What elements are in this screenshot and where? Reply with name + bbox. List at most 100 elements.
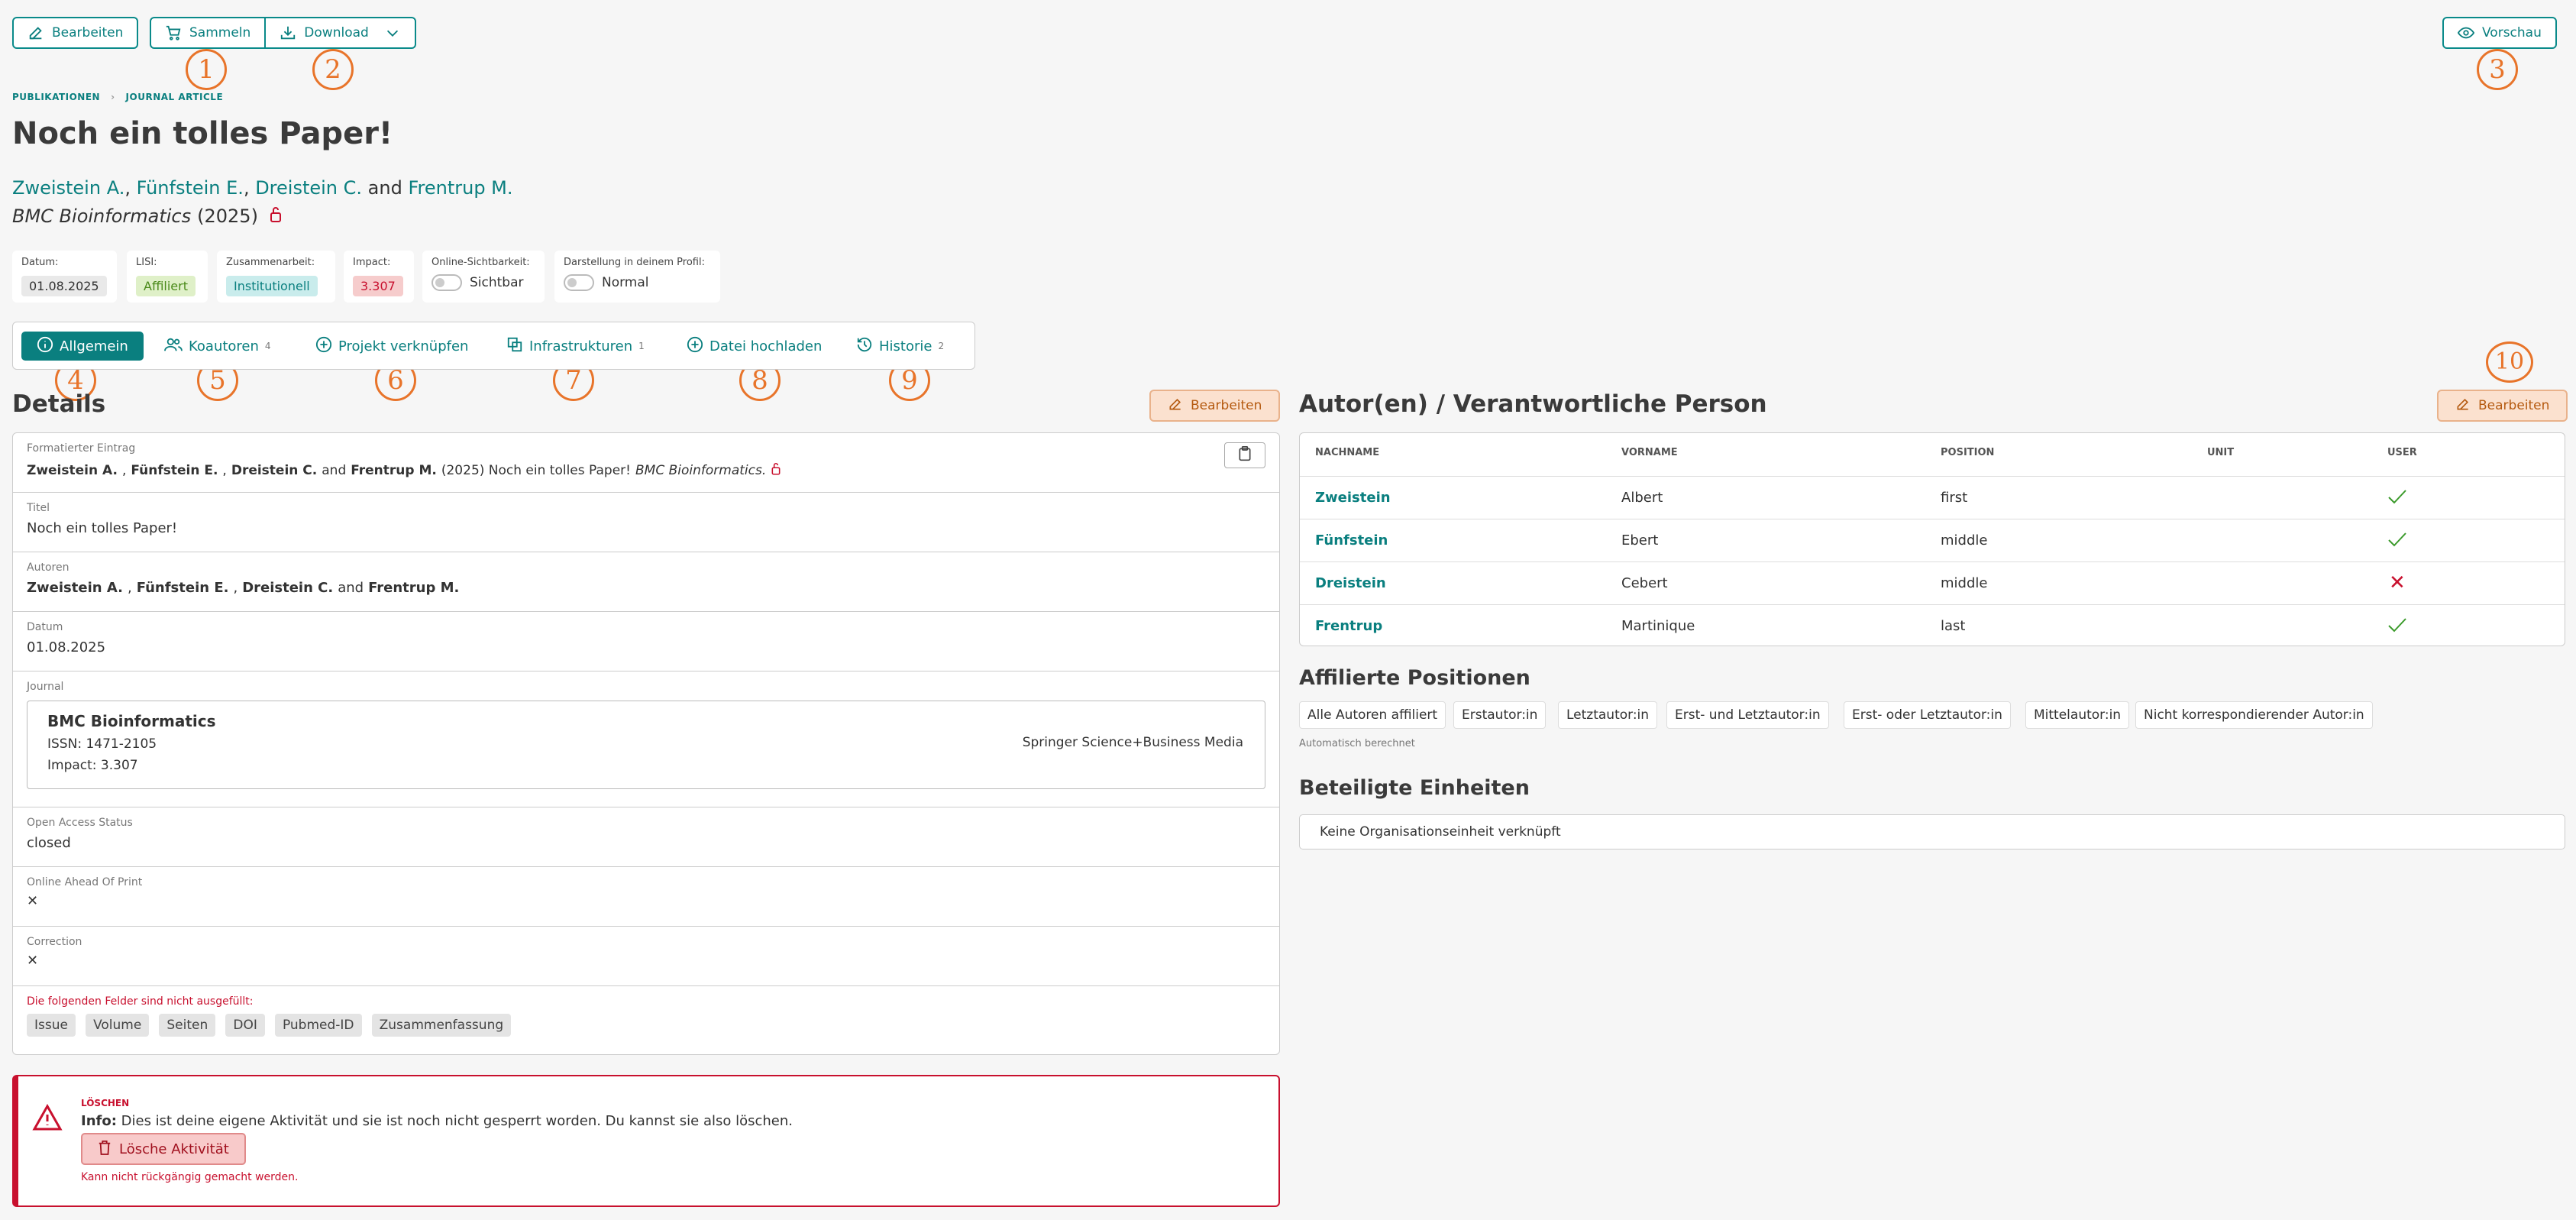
download-button-label: Download	[304, 25, 369, 40]
collect-button[interactable]: Sammeln	[151, 18, 264, 47]
authors-edit-label: Bearbeiten	[2478, 398, 2550, 413]
meta-profile-label: Darstellung in deinem Profil:	[564, 257, 705, 268]
formatted-rest: (2025) Noch ein tolles Paper!	[441, 462, 631, 478]
formatted-entry-label: Formatierter Eintrag	[27, 442, 136, 455]
tab-general-label: Allgemein	[60, 338, 128, 354]
author-name: Dreistein C.	[242, 580, 334, 596]
meta-impact-label: Impact:	[353, 257, 391, 268]
copy-button[interactable]	[1224, 442, 1265, 468]
meta-lisi-value: Affiliert	[136, 276, 196, 296]
units-empty: Keine Organisationseinheit verknüpft	[1299, 814, 2565, 849]
download-button[interactable]: Download	[264, 18, 415, 47]
authors-value: Zweistein A., Fünfstein E., Dreistein C.…	[27, 580, 1265, 596]
cube-icon	[506, 336, 523, 357]
lock-open-icon	[771, 461, 781, 480]
journal-year: (2025)	[197, 205, 258, 227]
journal-label: Journal	[27, 681, 64, 693]
breadcrumb-current[interactable]: JOURNAL ARTICLE	[126, 92, 224, 102]
author-lastname[interactable]: Zweistein	[1315, 490, 1391, 506]
chevron-down-icon	[384, 24, 401, 41]
author-position: last	[1941, 618, 1966, 634]
author-lastname[interactable]: Dreistein	[1315, 575, 1386, 591]
marker-3: 3	[2477, 49, 2518, 90]
meta-lisi-label: LISI:	[136, 257, 157, 268]
pencil-icon	[2455, 396, 2471, 416]
correction-label: Correction	[27, 936, 82, 948]
tab-coauthors-label: Koautoren	[189, 338, 259, 354]
meta-online: Online-Sichtbarkeit: Sichtbar	[422, 251, 545, 303]
affiliated-chip: Alle Autoren affiliert	[1299, 701, 1446, 729]
trash-icon	[98, 1140, 112, 1159]
title-row: Titel Noch ein tolles Paper!	[13, 493, 1279, 552]
download-icon	[280, 24, 296, 41]
tab-infrastructures[interactable]: Infrastrukturen 1	[506, 332, 645, 361]
x-icon: ✕	[27, 953, 39, 969]
meta-impact-value: 3.307	[353, 276, 403, 296]
lock-open-icon	[269, 205, 283, 228]
details-heading: Details	[12, 390, 106, 418]
author-firstname: Cebert	[1621, 575, 1668, 591]
meta-collab: Zusammenarbeit: Institutionell	[217, 251, 335, 303]
affiliated-chip: Erst- und Letztautor:in	[1666, 701, 1829, 729]
author-firstname: Ebert	[1621, 532, 1659, 549]
online-toggle[interactable]	[431, 274, 462, 291]
date-value: 01.08.2025	[27, 639, 106, 655]
author-firstname: Albert	[1621, 490, 1663, 506]
authors-edit-button[interactable]: Bearbeiten	[2437, 390, 2568, 422]
breadcrumb-root[interactable]: PUBLIKATIONEN	[12, 92, 100, 102]
info-text: Dies ist deine eigene Aktivität und sie …	[116, 1113, 793, 1129]
meta-profile: Darstellung in deinem Profil: Normal	[554, 251, 720, 303]
delete-activity-button[interactable]: Lösche Aktivität	[81, 1133, 246, 1165]
preview-button[interactable]: Vorschau	[2442, 17, 2557, 49]
clipboard-icon	[1238, 446, 1252, 464]
author-lastname[interactable]: Frentrup	[1315, 618, 1382, 634]
tab-link-project[interactable]: Projekt verknüpfen	[315, 332, 468, 361]
collect-button-label: Sammeln	[189, 25, 251, 40]
preview-button-label: Vorschau	[2482, 25, 2542, 40]
author-position: first	[1941, 490, 1968, 506]
details-edit-label: Bearbeiten	[1191, 398, 1262, 413]
x-icon: ✕	[2389, 571, 2406, 594]
author-lastname[interactable]: Fünfstein	[1315, 532, 1388, 549]
missing-row: Die folgenden Felder sind nicht ausgefül…	[13, 986, 1279, 1055]
table-row: Fünfstein Ebert middle	[1300, 519, 2565, 561]
x-icon: ✕	[27, 893, 39, 909]
details-edit-button[interactable]: Bearbeiten	[1149, 390, 1281, 422]
collect-download-group: Sammeln Download	[150, 17, 416, 49]
missing-label: Die folgenden Felder sind nicht ausgefül…	[27, 995, 254, 1008]
author-link[interactable]: Frentrup M.	[408, 177, 512, 199]
meta-lisi: LISI: Affiliert	[127, 251, 208, 303]
author-name: Zweistein A.	[27, 580, 123, 596]
affiliated-chip: Erst- oder Letztautor:in	[1844, 701, 2011, 729]
tab-history-count: 2	[938, 341, 945, 351]
authors-table: NACHNAME VORNAME POSITION UNIT USER Zwei…	[1299, 432, 2565, 646]
affiliated-heading: Affilierte Positionen	[1299, 666, 1530, 690]
author-name: Frentrup M.	[368, 580, 460, 596]
author-firstname: Martinique	[1621, 618, 1695, 634]
missing-chip: Pubmed-ID	[274, 1014, 362, 1037]
tab-history[interactable]: Historie 2	[856, 332, 944, 361]
units-heading: Beteiligte Einheiten	[1299, 776, 1530, 800]
tab-general[interactable]: Allgemein	[21, 332, 144, 361]
author-link[interactable]: Zweistein A.	[12, 177, 124, 199]
delete-info: Info: Dies ist deine eigene Aktivität un…	[81, 1113, 793, 1129]
tab-upload[interactable]: Datei hochladen	[687, 332, 822, 361]
info-bold: Info:	[81, 1113, 117, 1129]
delete-label: LÖSCHEN	[81, 1098, 130, 1108]
meta-collab-value: Institutionell	[226, 276, 318, 296]
meta-collab-label: Zusammenarbeit:	[226, 257, 315, 268]
plus-circle-icon	[315, 336, 332, 357]
profile-toggle[interactable]	[564, 274, 594, 291]
col-firstname: VORNAME	[1621, 447, 1678, 458]
edit-button[interactable]: Bearbeiten	[12, 17, 139, 49]
author-link[interactable]: Dreistein C.	[255, 177, 362, 199]
author-position: middle	[1941, 532, 1988, 549]
tab-coauthors[interactable]: Koautoren 4	[164, 332, 271, 361]
author-link[interactable]: Fünfstein E.	[137, 177, 244, 199]
meta-date-label: Datum:	[21, 257, 59, 268]
check-icon	[2387, 530, 2407, 552]
date-row: Datum 01.08.2025	[13, 612, 1279, 671]
missing-chips: Issue Volume Seiten DOI Pubmed-ID Zusamm…	[27, 1014, 1265, 1037]
eye-icon	[2458, 24, 2474, 41]
journal-card[interactable]: BMC Bioinformatics ISSN: 1471-2105 Impac…	[27, 701, 1265, 789]
